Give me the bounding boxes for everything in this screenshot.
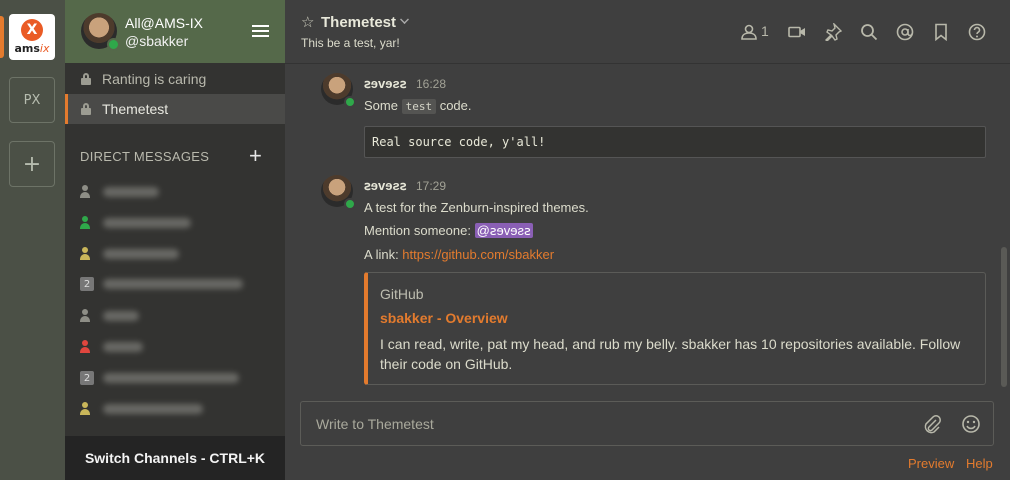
preview-link[interactable]: Preview bbox=[908, 456, 954, 471]
dm-name-redacted bbox=[103, 187, 159, 197]
dm-item[interactable] bbox=[80, 212, 191, 234]
link-preview-title[interactable]: sbakker - Overview bbox=[380, 310, 508, 326]
sidebar-header: All@AMS-IX @sbakker bbox=[65, 0, 285, 63]
dm-name-redacted bbox=[103, 311, 139, 321]
dm-item[interactable]: 2 bbox=[80, 367, 239, 389]
dm-item[interactable] bbox=[80, 243, 179, 265]
message-composer[interactable]: Write to Themetest bbox=[300, 401, 994, 446]
main-menu-icon[interactable] bbox=[252, 25, 269, 38]
lock-icon bbox=[81, 103, 91, 115]
help-link[interactable]: Help bbox=[966, 456, 993, 471]
dm-name-redacted bbox=[103, 342, 143, 352]
favorite-star-icon[interactable]: ☆ bbox=[301, 13, 314, 31]
center-channel: ☆ Themetest This be a test, yar! 1 ꙅɘvɘƨ… bbox=[285, 0, 1010, 480]
video-call-icon[interactable] bbox=[788, 23, 806, 41]
dm-item[interactable] bbox=[80, 398, 203, 420]
team-sidebar: X amsix PX + bbox=[0, 0, 65, 480]
sidebar-item-ranting-is-caring[interactable]: Ranting is caring bbox=[65, 64, 285, 94]
post-username[interactable]: ꙅɘvɘƨꙅ bbox=[364, 178, 406, 194]
link-preview: GitHub sbakker - Overview I can read, wr… bbox=[364, 272, 986, 385]
online-user-icon bbox=[80, 216, 94, 230]
post-timestamp[interactable]: 16:28 bbox=[416, 77, 446, 91]
post-list-scrollbar[interactable] bbox=[1001, 247, 1007, 387]
mention-icon[interactable] bbox=[896, 23, 914, 41]
active-team-indicator bbox=[0, 16, 4, 58]
dm-item[interactable] bbox=[80, 305, 139, 327]
sidebar-item-themetest[interactable]: Themetest bbox=[65, 94, 285, 124]
switch-channels-button[interactable]: Switch Channels - CTRL+K bbox=[65, 436, 285, 480]
away-user-icon bbox=[80, 402, 94, 416]
dm-name-redacted bbox=[103, 249, 179, 259]
dm-name-redacted bbox=[103, 404, 203, 414]
post-message: Some test code. bbox=[364, 98, 472, 114]
dm-name-redacted bbox=[103, 373, 239, 383]
code-block: Real source code, y'all! bbox=[364, 126, 986, 158]
offline-user-icon bbox=[80, 185, 94, 199]
dm-name-redacted bbox=[103, 218, 191, 228]
message-input[interactable]: Write to Themetest bbox=[316, 416, 434, 432]
sidebar-item-label: Themetest bbox=[102, 101, 169, 117]
post-timestamp[interactable]: 17:29 bbox=[416, 179, 446, 193]
search-icon[interactable] bbox=[860, 23, 878, 41]
member-count[interactable]: 1 bbox=[761, 23, 769, 39]
link-preview-site: GitHub bbox=[380, 286, 424, 302]
lock-icon bbox=[81, 73, 91, 85]
sidebar-item-label: Ranting is caring bbox=[102, 71, 207, 87]
online-status-icon bbox=[107, 38, 120, 51]
current-username: @sbakker bbox=[125, 33, 189, 49]
team-ams-ix-button[interactable]: X amsix bbox=[9, 14, 55, 60]
dnd-user-icon bbox=[80, 340, 94, 354]
group-count-badge: 2 bbox=[80, 277, 94, 291]
direct-messages-heading: DIRECT MESSAGES bbox=[80, 149, 210, 164]
group-count-badge: 2 bbox=[80, 371, 94, 385]
away-user-icon bbox=[80, 247, 94, 261]
post-message-line: A test for the Zenburn-inspired themes. bbox=[364, 200, 589, 215]
channel-header: ☆ Themetest This be a test, yar! 1 bbox=[285, 0, 1010, 64]
emoji-icon[interactable] bbox=[961, 414, 981, 434]
dm-item[interactable] bbox=[80, 336, 143, 358]
offline-user-icon bbox=[80, 309, 94, 323]
ams-ix-logo-icon: X bbox=[21, 19, 43, 41]
dm-item[interactable] bbox=[80, 181, 159, 203]
inline-code: test bbox=[401, 99, 437, 114]
link-preview-description: I can read, write, pat my head, and rub … bbox=[380, 336, 961, 372]
member-icon[interactable] bbox=[740, 23, 758, 41]
team-name: All@AMS-IX bbox=[125, 15, 203, 31]
online-status-icon bbox=[344, 198, 356, 210]
mention-highlight[interactable]: @ꙅɘvɘƨꙅ bbox=[474, 223, 533, 238]
channel-title[interactable]: Themetest bbox=[321, 14, 396, 31]
post-list: ꙅɘvɘƨꙅ 16:28 Some test code. Real source… bbox=[285, 65, 1010, 390]
ams-ix-logo-text: amsix bbox=[14, 42, 50, 55]
paperclip-icon[interactable] bbox=[922, 414, 942, 434]
channel-sidebar: All@AMS-IX @sbakker Ranting is caring Th… bbox=[65, 0, 285, 480]
help-icon[interactable] bbox=[968, 23, 986, 41]
bookmark-icon[interactable] bbox=[932, 23, 950, 41]
post-message-line: Mention someone: @ꙅɘvɘƨꙅ bbox=[364, 223, 533, 238]
dm-item[interactable]: 2 bbox=[80, 273, 243, 295]
add-team-button[interactable]: + bbox=[9, 141, 55, 187]
github-link[interactable]: https://github.com/sbakker bbox=[402, 247, 554, 262]
post-username[interactable]: ꙅɘvɘƨꙅ bbox=[364, 76, 406, 92]
dm-name-redacted bbox=[103, 279, 243, 289]
online-status-icon bbox=[344, 96, 356, 108]
pin-icon[interactable] bbox=[824, 23, 842, 41]
add-direct-message-button[interactable]: + bbox=[249, 143, 262, 169]
chevron-down-icon[interactable] bbox=[400, 15, 409, 24]
post-message-line: A link: https://github.com/sbakker bbox=[364, 247, 555, 262]
team-px-button[interactable]: PX bbox=[9, 77, 55, 123]
channel-purpose: This be a test, yar! bbox=[301, 36, 400, 50]
